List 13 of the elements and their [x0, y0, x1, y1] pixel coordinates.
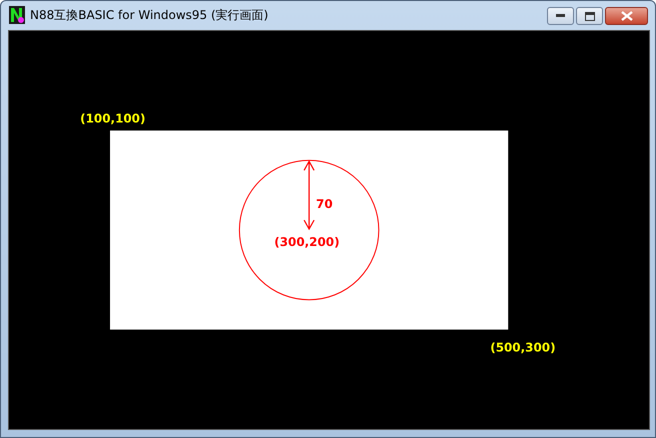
window-title: N88互換BASIC for Windows95 (実行画面) — [30, 6, 270, 24]
close-button[interactable] — [605, 7, 648, 25]
coordinate-label: (300,200) — [274, 234, 340, 249]
minimize-button[interactable] — [547, 7, 574, 25]
coordinate-label: (100,100) — [80, 111, 146, 126]
coordinate-label: (500,300) — [490, 340, 556, 354]
minimize-icon — [556, 14, 566, 18]
close-icon — [620, 11, 632, 21]
app-icon — [9, 6, 25, 24]
maximize-icon — [584, 12, 594, 20]
radius-arrow — [304, 160, 315, 230]
coordinate-label: 70 — [316, 197, 333, 212]
maximize-button[interactable] — [576, 7, 603, 25]
